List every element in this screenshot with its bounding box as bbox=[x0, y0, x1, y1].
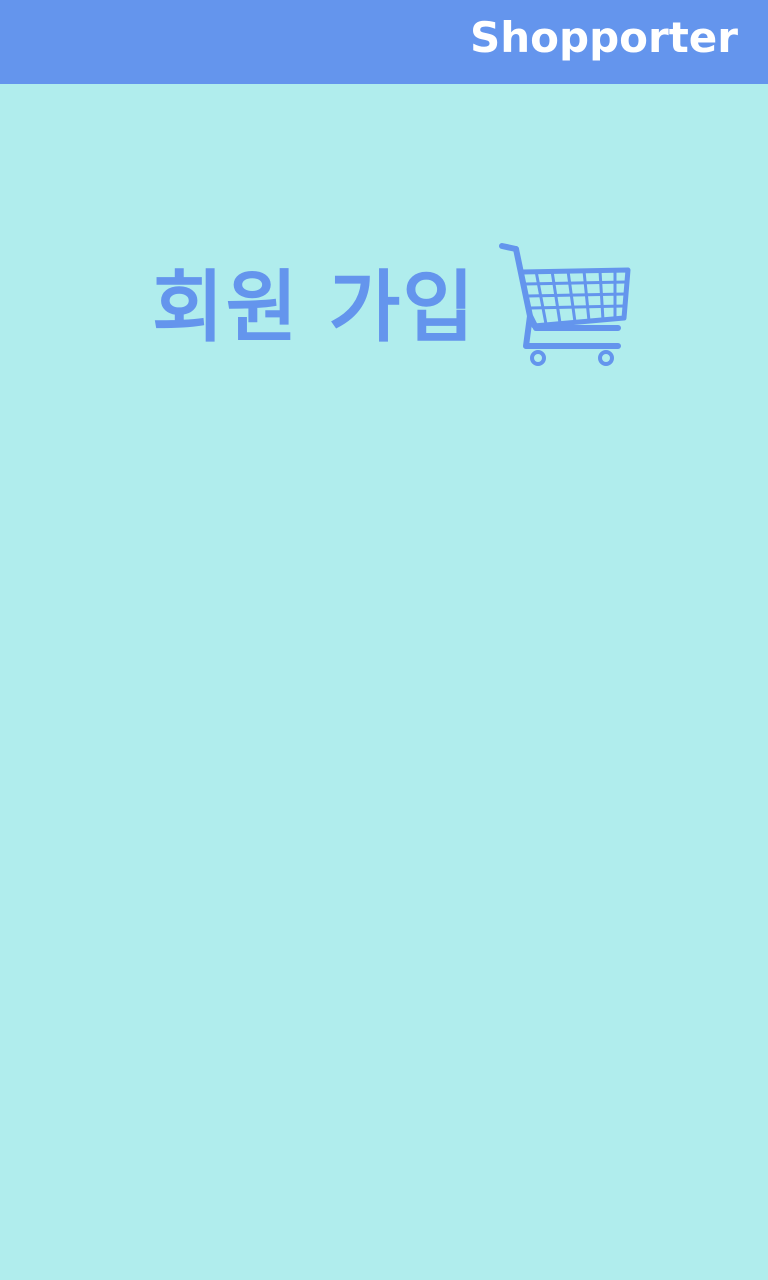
app-title: Shopporter bbox=[470, 13, 738, 62]
signup-header: 회원 가입 bbox=[0, 236, 768, 376]
shopping-cart-icon bbox=[496, 236, 636, 368]
app-bar: Shopporter bbox=[0, 0, 768, 84]
page-title: 회원 가입 bbox=[152, 263, 477, 353]
